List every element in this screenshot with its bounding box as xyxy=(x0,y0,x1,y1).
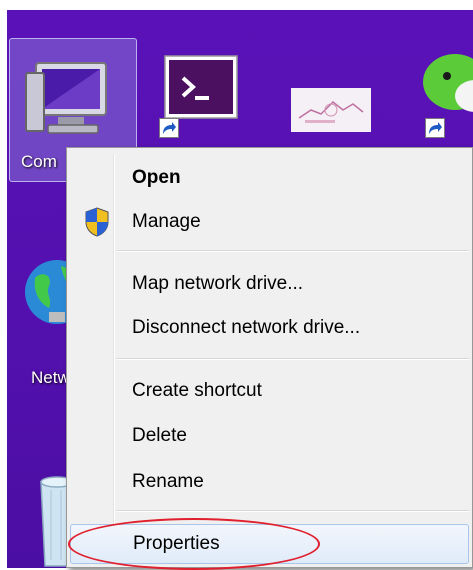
menu-separator xyxy=(117,250,469,252)
desktop-icon-label: Com xyxy=(21,152,57,171)
desktop-icon-terminal[interactable] xyxy=(157,50,247,150)
menu-separator xyxy=(117,510,469,512)
menu-item-label: Delete xyxy=(132,425,187,446)
menu-item-open[interactable]: Open xyxy=(70,158,469,198)
menu-item-label: Create shortcut xyxy=(132,380,262,401)
menu-item-disconnect-network-drive[interactable]: Disconnect network drive... xyxy=(70,308,469,348)
menu-item-label: Open xyxy=(132,167,181,188)
menu-item-label: Rename xyxy=(132,471,204,492)
menu-item-rename[interactable]: Rename xyxy=(70,462,469,502)
chat-app-icon xyxy=(423,54,473,112)
context-menu: Open Manage Map network drive... Disconn… xyxy=(66,147,473,568)
thumbnail-image-icon xyxy=(291,88,371,132)
uac-shield-icon xyxy=(85,207,109,237)
desktop-icon-chat[interactable] xyxy=(419,48,473,148)
menu-item-map-network-drive[interactable]: Map network drive... xyxy=(70,264,469,304)
highlight-ellipse-annotation xyxy=(68,518,320,570)
menu-item-label: Disconnect network drive... xyxy=(132,317,361,338)
desktop-icon-label: Netw xyxy=(31,368,70,387)
desktop-icon-thumbnail[interactable] xyxy=(291,88,371,132)
shortcut-arrow-icon xyxy=(425,118,445,138)
menu-item-manage[interactable]: Manage xyxy=(70,202,469,242)
menu-separator xyxy=(117,358,469,360)
shortcut-arrow-icon xyxy=(159,118,179,138)
menu-item-delete[interactable]: Delete xyxy=(70,416,469,456)
computer-monitor-icon xyxy=(25,62,107,134)
menu-item-label: Map network drive... xyxy=(132,273,304,294)
menu-item-label: Manage xyxy=(132,211,201,232)
menu-item-create-shortcut[interactable]: Create shortcut xyxy=(70,371,469,411)
